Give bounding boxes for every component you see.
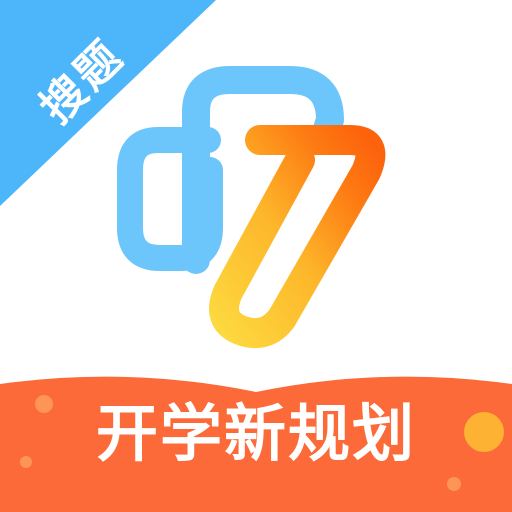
- app-icon[interactable]: 搜题 开学新规划: [0, 0, 512, 512]
- banner-label: 开学新规划: [95, 397, 416, 470]
